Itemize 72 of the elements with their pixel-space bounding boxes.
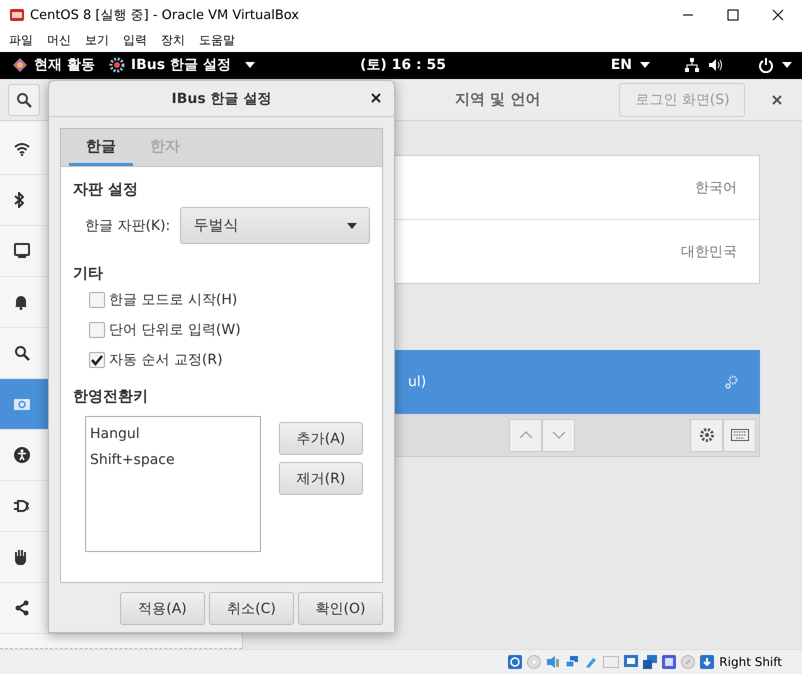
formats-value[interactable]: 대한민국: [681, 242, 737, 261]
menu-item[interactable]: 머신: [47, 32, 71, 50]
keyboard-button[interactable]: [723, 418, 756, 452]
menu-item[interactable]: 장치: [161, 32, 185, 50]
bluetooth-icon: [14, 192, 24, 208]
activities-icon: [12, 57, 28, 74]
language-value[interactable]: 한국어: [695, 178, 737, 197]
settings-button[interactable]: [690, 418, 723, 452]
input-source-name: ul): [408, 374, 426, 390]
app-menu[interactable]: IBus 한글 설정: [130, 56, 231, 74]
dialog-title: IBus 한글 설정: [172, 90, 272, 108]
ok-button[interactable]: 확인(O): [298, 592, 383, 625]
camera-icon: [14, 398, 30, 410]
hotkey-item[interactable]: Hangul: [90, 421, 256, 447]
checkbox[interactable]: [89, 352, 105, 368]
monitor-icon: [624, 655, 638, 670]
display-icon: [14, 243, 30, 260]
gear-icon: [108, 57, 125, 74]
app-icon: [9, 6, 25, 23]
input-source[interactable]: EN: [610, 57, 632, 74]
gear-icon: [698, 427, 714, 444]
close-icon[interactable]: [772, 8, 784, 21]
accessibility-icon: [14, 447, 30, 464]
search-icon: [16, 92, 32, 108]
cancel-button[interactable]: 취소(C): [209, 592, 294, 625]
checkbox[interactable]: [89, 292, 105, 308]
checkbox-label[interactable]: 한글 모드로 시작(H): [109, 291, 238, 309]
caret-icon: [244, 62, 255, 68]
close-icon[interactable]: [772, 94, 782, 105]
down-chevron-icon: [552, 431, 566, 440]
add-button[interactable]: 추가(A): [279, 422, 363, 455]
section-heading: 기타: [73, 264, 104, 283]
share-icon: [14, 600, 30, 616]
caret-icon: [347, 222, 358, 228]
close-icon[interactable]: [371, 93, 381, 103]
section-heading: 자판 설정: [73, 180, 140, 199]
volume-icon[interactable]: [708, 57, 724, 74]
checkmark-icon: [91, 354, 103, 366]
caret-icon: [782, 62, 792, 68]
tab[interactable]: 한글: [69, 129, 133, 166]
bell-icon: [14, 294, 28, 310]
speaker-icon: [546, 655, 560, 670]
menu-item[interactable]: 도움말: [199, 32, 235, 50]
layout-dropdown[interactable]: 두벌식: [180, 207, 370, 244]
apply-button[interactable]: 적용(A): [120, 592, 205, 625]
up-chevron-icon: [518, 431, 532, 440]
plug-icon: [14, 499, 30, 514]
search-button[interactable]: [8, 84, 40, 116]
menu-item[interactable]: 입력: [123, 32, 147, 50]
caret-icon: [640, 62, 650, 68]
power-icon[interactable]: [758, 57, 774, 74]
remove-button[interactable]: 제거(R): [279, 462, 363, 495]
hotkey-item[interactable]: Shift+space: [90, 447, 256, 473]
menu-item[interactable]: 파일: [9, 32, 33, 50]
checkbox-label[interactable]: 자동 순서 교정(R): [109, 351, 223, 369]
wifi-icon: [14, 142, 30, 156]
keyboard-icon: [730, 429, 748, 442]
activities-button[interactable]: 현재 활동: [34, 56, 95, 74]
maximize-icon[interactable]: [727, 8, 739, 21]
layout-label: 한글 자판(K):: [85, 216, 170, 234]
menu-item[interactable]: 보기: [85, 32, 109, 50]
section-heading: 한영전환키: [73, 387, 149, 406]
hand-icon: [14, 549, 28, 566]
host-key-label: Right Shift: [719, 655, 782, 670]
clock[interactable]: (토) 16 : 55: [360, 56, 446, 74]
checkbox-label[interactable]: 단어 단위로 입력(W): [109, 321, 241, 339]
panel-title: 지역 및 언어: [455, 90, 540, 110]
window-title: CentOS 8 [실행 중] - Oracle VM VirtualBox: [30, 6, 300, 24]
down-arrow-icon: [700, 655, 714, 670]
checkbox[interactable]: [89, 322, 105, 338]
search-icon: [14, 345, 30, 362]
disc-icon: [527, 655, 542, 670]
